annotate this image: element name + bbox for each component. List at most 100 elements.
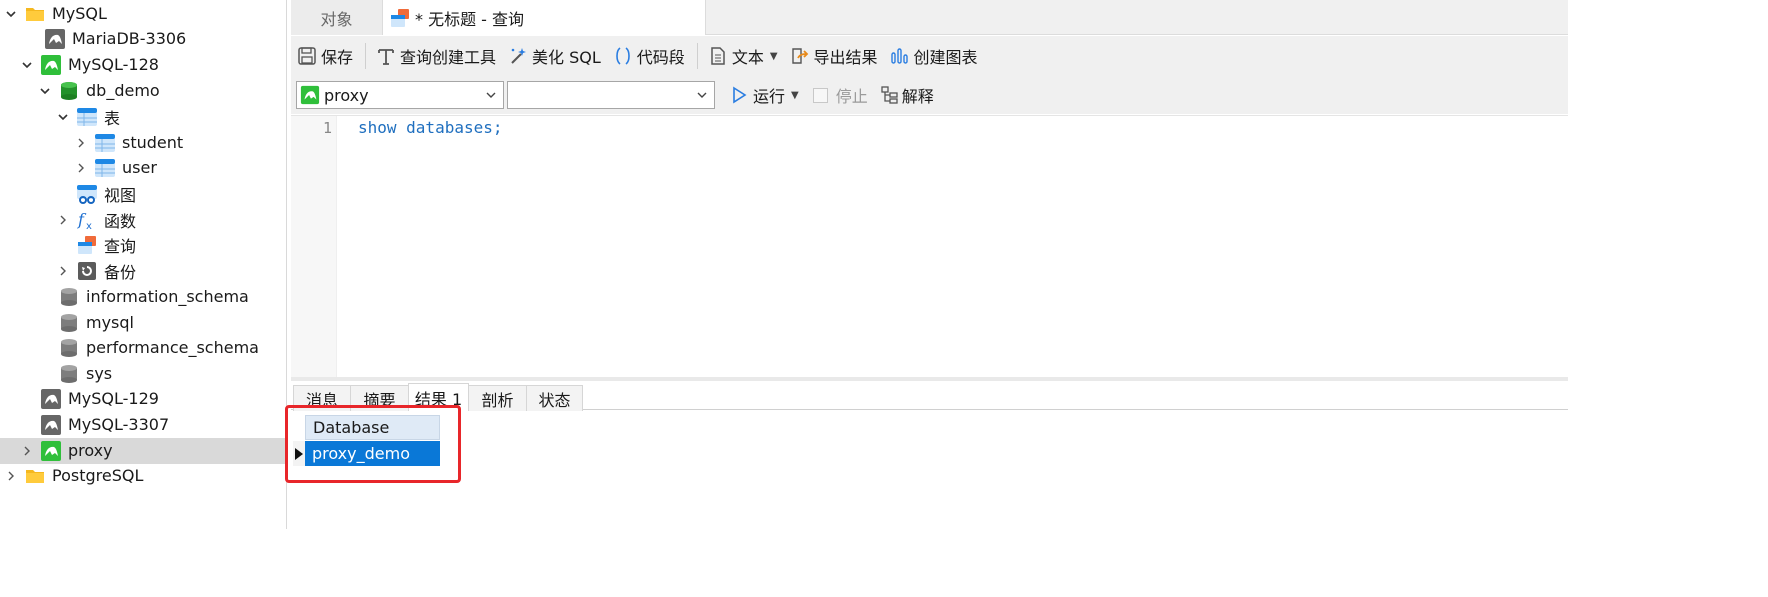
connection-select-value: proxy: [324, 85, 369, 105]
table-icon: [94, 132, 116, 154]
navicat-window: MySQL MariaDB-3306 MySQL-128 db_demo 表 s…: [0, 0, 1568, 529]
tree-item-mysql-folder[interactable]: MySQL: [0, 1, 287, 27]
tab-profile[interactable]: 剖析: [468, 385, 527, 411]
tree-item-student[interactable]: student: [0, 130, 287, 156]
tree-item-mysql-3307[interactable]: MySQL-3307: [0, 412, 287, 438]
line-number-gutter: 1: [291, 116, 337, 378]
tab-query[interactable]: * 无标题 - 查询: [383, 0, 706, 35]
table-group-icon: [76, 106, 98, 128]
toolbar-divider: [365, 43, 367, 69]
tree-item-db-demo[interactable]: db_demo: [0, 78, 287, 104]
chevron-down-icon[interactable]: [56, 110, 70, 124]
function-icon: fx: [76, 209, 98, 231]
database-icon: [58, 363, 80, 385]
results-panel: 消息 摘要 结果 1 剖析 状态 Database proxy_demo: [291, 377, 1568, 529]
table-icon: [94, 157, 116, 179]
tab-objects[interactable]: 对象: [291, 0, 383, 35]
text-mode-button[interactable]: 文本 ▼: [708, 41, 778, 71]
tree-item-performance-schema[interactable]: performance_schema: [0, 335, 287, 361]
tree-item-label: proxy: [68, 441, 113, 461]
query-builder-button[interactable]: 查询创建工具: [376, 41, 496, 71]
play-icon: [729, 85, 749, 105]
tree-item-sys[interactable]: sys: [0, 361, 287, 387]
tab-status[interactable]: 状态: [526, 385, 583, 411]
line-number: 1: [322, 119, 332, 137]
tree-item-views[interactable]: 视图: [0, 181, 287, 207]
database-icon: [58, 312, 80, 334]
export-icon: [790, 46, 810, 66]
database-icon: [58, 286, 80, 308]
connection-select[interactable]: proxy: [296, 81, 504, 109]
tree-item-label: student: [122, 133, 184, 153]
tree-item-label: db_demo: [86, 81, 160, 101]
backup-icon: [76, 260, 98, 282]
mysql-connection-active-icon: [300, 85, 320, 105]
chevron-right-icon[interactable]: [56, 264, 70, 278]
export-results-button[interactable]: 导出结果: [790, 41, 878, 71]
chevron-right-icon[interactable]: [74, 161, 88, 175]
document-icon: [708, 46, 728, 66]
magic-wand-icon: [508, 46, 528, 66]
tree-item-label: 查询: [104, 236, 137, 256]
result-tabs: 消息 摘要 结果 1 剖析 状态: [291, 383, 1568, 411]
sql-code-line[interactable]: show databases;: [358, 118, 503, 137]
query-icon: [389, 7, 411, 29]
query-toolbar: 保存 查询创建工具 美化 SQL 代码段 文本 ▼ 导出结果 创建图表: [291, 36, 1568, 76]
chevron-down-icon[interactable]: [4, 7, 18, 21]
mysql-connection-icon: [44, 28, 66, 50]
tree-item-label: 视图: [104, 185, 137, 205]
stop-icon: [812, 87, 828, 103]
save-label: 保存: [321, 48, 354, 67]
tab-label: 状态: [538, 390, 571, 410]
folder-icon: [24, 3, 46, 25]
annotation-highlight-box: [285, 405, 461, 483]
tree-item-label: PostgreSQL: [52, 466, 144, 486]
tree-item-mysql-db[interactable]: mysql: [0, 310, 287, 336]
run-button[interactable]: 运行 ▼: [729, 83, 799, 107]
create-chart-button[interactable]: 创建图表: [890, 41, 978, 71]
tree-item-tables[interactable]: 表: [0, 104, 287, 130]
chevron-right-icon[interactable]: [74, 136, 88, 150]
tree-item-label: performance_schema: [86, 338, 259, 358]
save-button[interactable]: 保存: [297, 41, 353, 71]
tree-item-mariadb-3306[interactable]: MariaDB-3306: [0, 26, 287, 52]
snippet-icon: [613, 46, 633, 66]
tree-item-label: MySQL-3307: [68, 415, 170, 435]
save-icon: [297, 46, 317, 66]
mysql-connection-active-icon: [40, 54, 62, 76]
tree-item-proxy[interactable]: proxy: [0, 438, 287, 464]
beautify-sql-button[interactable]: 美化 SQL: [508, 41, 601, 71]
tree-item-label: sys: [86, 364, 113, 384]
tree-item-label: 备份: [104, 262, 137, 282]
tree-item-mysql-128[interactable]: MySQL-128: [0, 52, 287, 78]
chevron-down-icon: [486, 92, 496, 98]
tree-item-label: MySQL-129: [68, 389, 159, 409]
text-mode-label: 文本: [731, 48, 764, 67]
database-select[interactable]: [507, 81, 715, 109]
mysql-connection-active-icon: [40, 440, 62, 462]
create-chart-label: 创建图表: [913, 48, 978, 67]
chevron-right-icon[interactable]: [20, 444, 34, 458]
tree-item-label: 函数: [104, 211, 137, 231]
dropdown-caret-icon[interactable]: ▼: [770, 51, 778, 62]
tree-item-mysql-129[interactable]: MySQL-129: [0, 386, 287, 412]
chevron-right-icon[interactable]: [4, 469, 18, 483]
tree-item-backups[interactable]: 备份: [0, 258, 287, 284]
tree-item-postgresql-folder[interactable]: PostgreSQL: [0, 463, 287, 489]
tree-item-functions[interactable]: fx 函数: [0, 207, 287, 233]
tree-item-queries[interactable]: 查询: [0, 232, 287, 258]
view-icon: [76, 183, 98, 205]
tree-item-information-schema[interactable]: information_schema: [0, 284, 287, 310]
dropdown-caret-icon[interactable]: ▼: [791, 90, 799, 101]
explain-icon: [880, 85, 900, 105]
stop-button[interactable]: 停止: [812, 83, 868, 107]
run-label: 运行: [753, 87, 786, 106]
code-snippet-button[interactable]: 代码段: [613, 41, 685, 71]
tree-item-user[interactable]: user: [0, 155, 287, 181]
chevron-down-icon[interactable]: [38, 84, 52, 98]
chevron-right-icon[interactable]: [56, 213, 70, 227]
chart-icon: [890, 46, 910, 66]
explain-button[interactable]: 解释: [880, 83, 934, 107]
chevron-down-icon[interactable]: [20, 58, 34, 72]
sql-editor[interactable]: 1 show databases;: [291, 115, 1568, 378]
